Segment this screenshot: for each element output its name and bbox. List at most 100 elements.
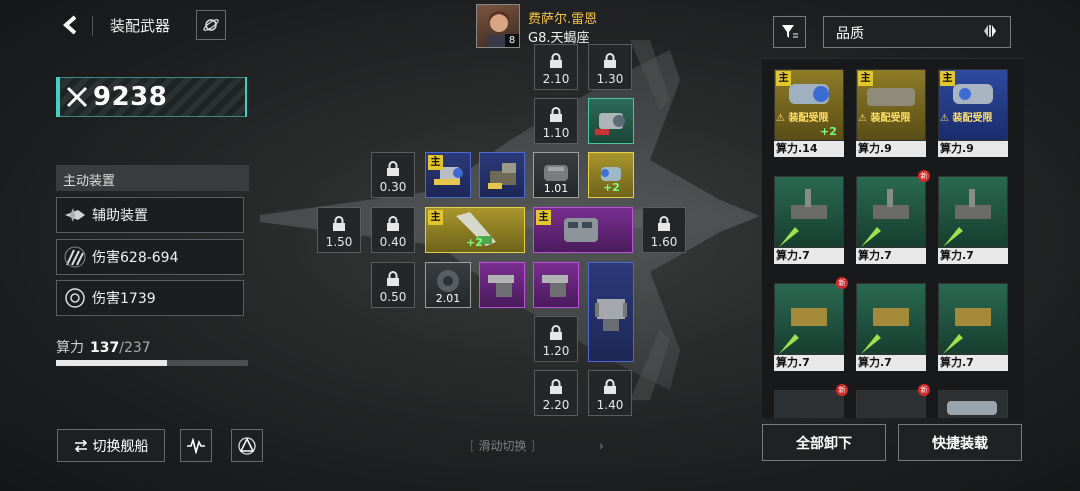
locked-slot[interactable]: 1.30 <box>588 44 632 90</box>
triad-icon <box>238 436 256 455</box>
equipment-card[interactable]: 主 ⚠ 装配受限 算力.9 <box>856 69 926 157</box>
card-compute: 算力.7 <box>856 355 926 371</box>
compute-bar <box>56 360 248 366</box>
pilot-name: 费萨尔.雷恩 <box>528 12 598 27</box>
main-tag: 主 <box>428 155 443 170</box>
card-art <box>938 390 1008 418</box>
locked-slot[interactable]: 1.50 <box>317 207 361 253</box>
multi-barrel-icon <box>595 299 627 331</box>
lock-icon <box>385 161 401 181</box>
gear-item-damage[interactable]: 伤害1739 <box>56 280 244 316</box>
locked-slot[interactable]: 2.10 <box>534 44 578 90</box>
locked-slot[interactable]: 1.20 <box>534 316 578 362</box>
active-gear-panel: 主动装置 辅助装置 伤害628-694 伤害1739 <box>56 165 249 323</box>
locked-slot[interactable]: 1.10 <box>534 98 578 144</box>
equipment-card[interactable]: 算力.7 <box>774 176 844 264</box>
locked-slot[interactable]: 1.60 <box>642 207 686 253</box>
card-compute: 算力.7 <box>938 248 1008 264</box>
compute-title: 算力 <box>56 340 84 356</box>
equipment-card[interactable]: 主 ⚠ 装配受限 +2 算力.14 <box>774 69 844 157</box>
slot-cost: 1.01 <box>543 182 569 195</box>
card-compute: 算力.9 <box>938 141 1008 157</box>
locked-slot[interactable]: 2.20 <box>534 370 578 416</box>
equipped-weapon-slot[interactable]: 2.01 <box>425 262 471 308</box>
claw-icon <box>63 245 87 269</box>
equipped-weapon-slot[interactable] <box>588 98 634 144</box>
gear-item-damage-range[interactable]: 伤害628-694 <box>56 239 244 275</box>
lock-icon <box>602 379 618 399</box>
gear-item-label: 伤害1739 <box>92 291 156 307</box>
compute-current: 137 <box>90 340 120 356</box>
filter-button[interactable] <box>773 16 806 48</box>
equipped-weapon-slot[interactable] <box>479 152 525 198</box>
page-title: 装配武器 <box>110 17 171 35</box>
mortar-icon <box>542 275 568 297</box>
unequip-all-button[interactable]: 全部卸下 <box>762 424 886 461</box>
equipped-weapon-slot[interactable]: +2 <box>588 152 634 198</box>
plus-badge: +2 <box>820 125 837 138</box>
lock-icon <box>385 271 401 291</box>
triad-button[interactable] <box>231 429 263 462</box>
new-badge: 新 <box>836 277 848 289</box>
locked-slot[interactable]: 0.40 <box>371 207 415 253</box>
chevron-right-icon: › <box>598 439 604 453</box>
equipment-card[interactable] <box>938 390 1008 418</box>
lock-icon <box>548 107 564 127</box>
active-gear-heading: 主动装置 <box>56 165 249 191</box>
slot-cost: 2.01 <box>435 292 461 305</box>
equipped-weapon-slot[interactable]: 1.01 <box>533 152 579 198</box>
cannon-icon <box>595 113 625 135</box>
gear-item-assist[interactable]: 辅助装置 <box>56 197 244 233</box>
equipment-card[interactable]: 新 算力.7 <box>774 277 848 371</box>
switch-ship-button[interactable]: 切换舰船 <box>57 429 165 462</box>
equipment-card[interactable]: 主 ⚠ 装配受限 算力.9 <box>938 69 1008 157</box>
equipment-card[interactable]: 算力.7 <box>938 176 1008 264</box>
locked-slot[interactable]: 0.30 <box>371 152 415 198</box>
equipped-weapon-slot-wide[interactable]: 主 +2 <box>425 207 525 253</box>
new-badge: 新 <box>918 170 930 182</box>
pilot-avatar[interactable]: 8 <box>476 4 520 48</box>
lock-icon <box>656 216 672 236</box>
back-button[interactable] <box>56 10 84 40</box>
sort-dropdown[interactable]: 品质 <box>823 16 1011 48</box>
card-art <box>774 176 844 248</box>
equipped-weapon-slot-wide[interactable]: 主 <box>533 207 633 253</box>
main-tag: 主 <box>428 210 443 225</box>
wave-button[interactable] <box>180 429 212 462</box>
combat-power-box: 9238 <box>56 77 247 117</box>
card-compute: 算力.7 <box>856 248 926 264</box>
planet-icon <box>203 19 219 31</box>
swap-arrows-icon <box>74 439 87 452</box>
restricted-warning: ⚠ 装配受限 <box>940 113 993 124</box>
slot-cost: 1.40 <box>596 398 624 412</box>
slot-cost: 0.50 <box>379 290 407 304</box>
card-art <box>938 176 1008 248</box>
slot-cost: 0.30 <box>379 180 407 194</box>
slot-cost: 1.50 <box>325 235 353 249</box>
gatling-icon <box>488 163 516 189</box>
equipment-card[interactable]: 新 算力.7 <box>856 170 930 264</box>
equipped-weapon-slot[interactable] <box>533 262 579 308</box>
crossed-swords-icon <box>66 86 88 108</box>
equipped-weapon-slot-tall[interactable] <box>588 262 634 362</box>
equipment-card[interactable]: 新 <box>856 384 930 418</box>
lock-icon <box>385 216 401 236</box>
locked-slot[interactable]: 1.40 <box>588 370 632 416</box>
lock-icon <box>548 53 564 73</box>
new-badge: 新 <box>918 384 930 396</box>
equipment-card[interactable]: 算力.7 <box>856 283 926 371</box>
plus-badge: +2 <box>603 181 620 194</box>
locked-slot[interactable]: 0.50 <box>371 262 415 308</box>
card-art <box>774 390 844 418</box>
swipe-hint: [ 滑动切换 ] › <box>470 439 604 453</box>
equipment-card[interactable]: 算力.7 <box>938 283 1008 371</box>
planet-button[interactable] <box>196 10 226 40</box>
lock-icon <box>602 53 618 73</box>
quick-equip-button[interactable]: 快捷装载 <box>898 424 1022 461</box>
card-art <box>856 176 926 248</box>
equipped-weapon-slot[interactable]: 主 <box>425 152 471 198</box>
equipped-weapon-slot[interactable] <box>479 262 525 308</box>
equipment-card[interactable]: 新 <box>774 384 848 418</box>
equipment-grid: 主 ⚠ 装配受限 +2 算力.14 主 ⚠ 装配受限 算力.9 主 ⚠ 装配受限… <box>762 58 1024 418</box>
slot-cost: 1.10 <box>542 126 570 140</box>
